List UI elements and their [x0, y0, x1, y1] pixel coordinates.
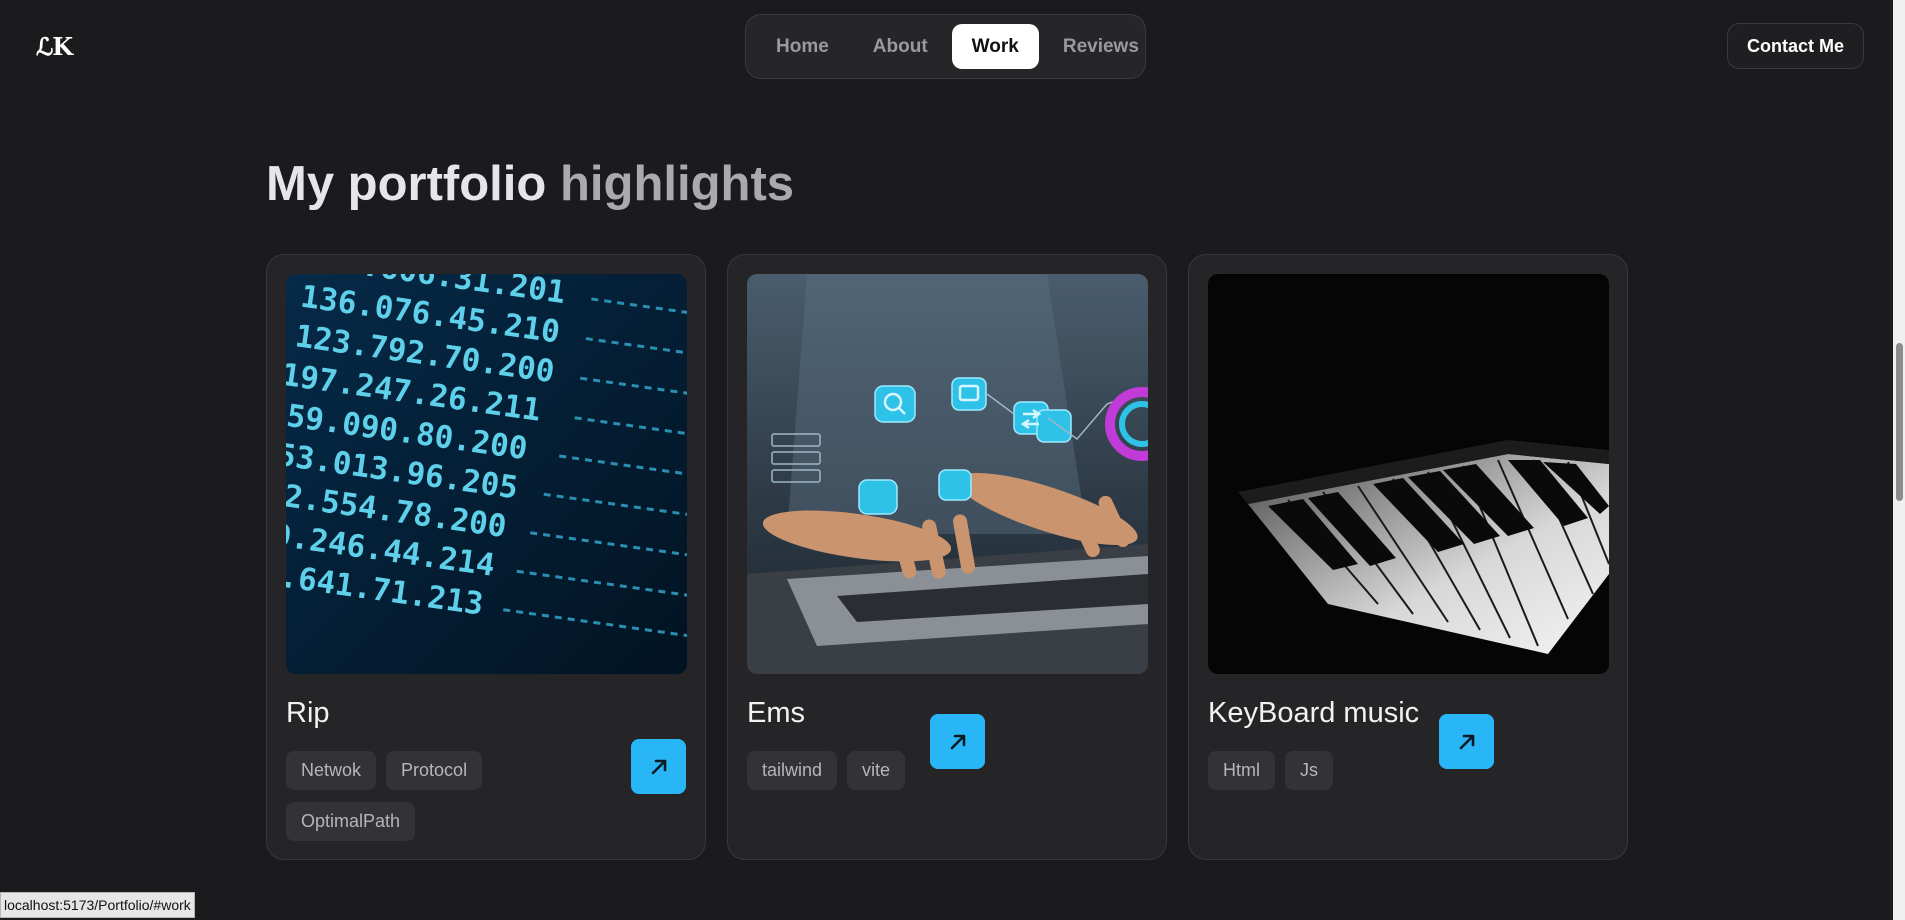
tag-list: Netwok Protocol OptimalPath	[286, 751, 526, 841]
project-title: Ems	[747, 697, 805, 729]
nav-about[interactable]: About	[853, 24, 948, 69]
page-heading: My portfolio highlights	[266, 156, 794, 212]
open-project-button[interactable]	[631, 739, 686, 794]
tag: tailwind	[747, 751, 838, 790]
open-project-button[interactable]	[1439, 714, 1494, 769]
main-nav: Home About Work Reviews	[745, 14, 1146, 79]
page-scrollbar[interactable]	[1893, 0, 1905, 920]
tag-list: tailwind vite	[747, 751, 947, 790]
project-grid: 114.606.31.201 136.076.45.210 123.792.70…	[266, 254, 1628, 860]
tag: vite	[847, 751, 906, 790]
tag: Protocol	[386, 751, 483, 790]
project-card-rip: 114.606.31.201 136.076.45.210 123.792.70…	[266, 254, 706, 860]
tag: OptimalPath	[286, 802, 416, 841]
nav-home[interactable]: Home	[756, 24, 849, 69]
tag: Js	[1285, 751, 1333, 790]
tag: Html	[1208, 751, 1275, 790]
nav-work[interactable]: Work	[951, 24, 1039, 69]
project-image-piano-keys	[1208, 274, 1609, 674]
tag: Netwok	[286, 751, 377, 790]
project-image-laptop-hands	[747, 274, 1148, 674]
arrow-up-right-icon	[651, 759, 666, 774]
scrollbar-thumb[interactable]	[1896, 343, 1903, 501]
status-bar-url: localhost:5173/Portfolio/#work	[0, 892, 195, 918]
logo[interactable]: ℒK	[36, 32, 73, 61]
project-title: Rip	[286, 697, 330, 729]
tag-list: Html Js	[1208, 751, 1408, 790]
project-image-ip-addresses: 114.606.31.201 136.076.45.210 123.792.70…	[286, 274, 687, 674]
open-project-button[interactable]	[930, 714, 985, 769]
arrow-up-right-icon	[950, 734, 965, 749]
project-title: KeyBoard music	[1208, 697, 1420, 729]
heading-accent: highlights	[559, 157, 795, 211]
arrow-up-right-icon	[1459, 734, 1474, 749]
heading-main: My portfolio	[266, 157, 547, 211]
project-card-keyboard-music: KeyBoard music Html Js	[1188, 254, 1628, 860]
nav-reviews[interactable]: Reviews	[1043, 24, 1159, 69]
project-card-ems: Ems tailwind vite	[727, 254, 1167, 860]
contact-me-button[interactable]: Contact Me	[1727, 23, 1864, 69]
